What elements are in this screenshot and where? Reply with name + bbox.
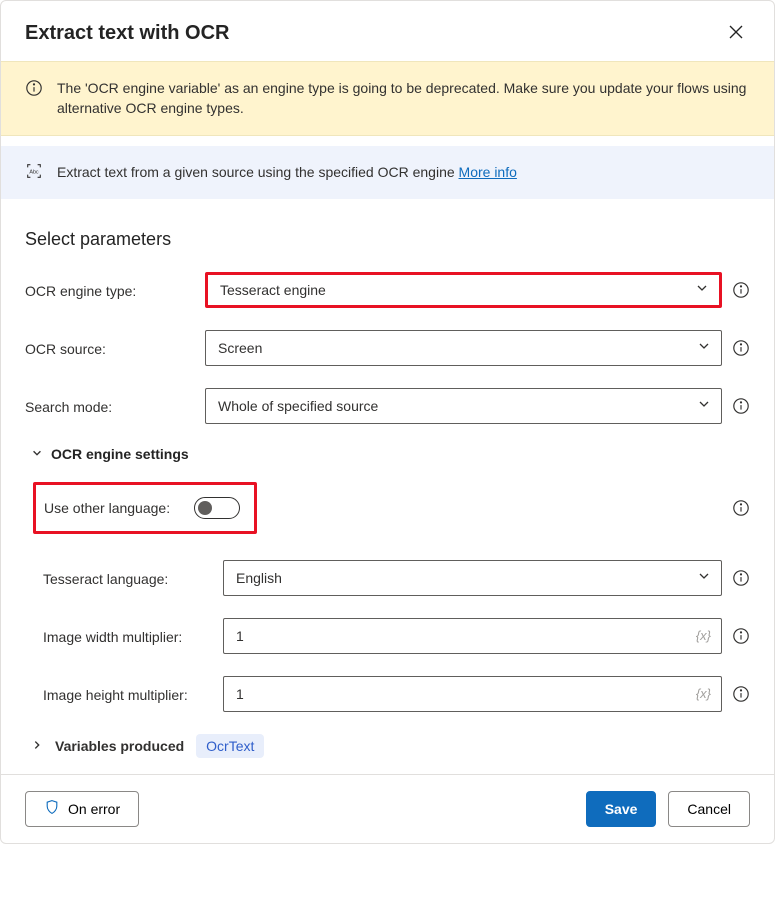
ocr-icon: Abc [25, 162, 43, 183]
cancel-button[interactable]: Cancel [668, 791, 750, 827]
description-text: Extract text from a given source using t… [57, 164, 517, 180]
label-tesseract-language: Tesseract language: [25, 569, 215, 587]
label-ocr-engine-type: OCR engine type: [25, 281, 197, 299]
label-ocr-source: OCR source: [25, 339, 197, 357]
label-width-multiplier: Image width multiplier: [25, 627, 215, 645]
description-banner: Abc Extract text from a given source usi… [1, 146, 774, 199]
section-heading: Select parameters [25, 229, 750, 250]
select-value: English [236, 570, 282, 586]
row-ocr-source: OCR source: Screen [25, 330, 750, 366]
input-value: 1 [236, 686, 244, 702]
row-height-multiplier: Image height multiplier: 1 {x} [25, 676, 750, 712]
select-ocr-source[interactable]: Screen [205, 330, 722, 366]
use-other-language-highlight: Use other language: [33, 482, 257, 534]
dialog-body: Select parameters OCR engine type: Tesse… [1, 199, 774, 774]
variable-token-icon[interactable]: {x} [696, 628, 711, 643]
info-icon[interactable] [732, 397, 750, 415]
dialog-title: Extract text with OCR [25, 22, 229, 45]
select-value: Whole of specified source [218, 398, 378, 414]
on-error-button[interactable]: On error [25, 791, 139, 827]
description-text-content: Extract text from a given source using t… [57, 164, 455, 180]
select-ocr-engine-type[interactable]: Tesseract engine [205, 272, 722, 308]
dialog-footer: On error Save Cancel [1, 774, 774, 843]
warning-text: The 'OCR engine variable' as an engine t… [57, 78, 750, 119]
svg-text:Abc: Abc [29, 169, 39, 175]
chevron-down-icon [695, 281, 709, 298]
row-search-mode: Search mode: Whole of specified source [25, 388, 750, 424]
chevron-down-icon [697, 397, 711, 414]
cancel-label: Cancel [687, 801, 731, 817]
select-tesseract-language[interactable]: English [223, 560, 722, 596]
variables-produced-label: Variables produced [55, 738, 184, 754]
close-icon [728, 24, 744, 43]
select-search-mode[interactable]: Whole of specified source [205, 388, 722, 424]
info-icon[interactable] [732, 627, 750, 645]
engine-settings-label: OCR engine settings [51, 446, 189, 462]
variables-produced-row[interactable]: Variables produced OcrText [31, 734, 750, 758]
toggle-use-other-language[interactable] [194, 497, 240, 519]
label-height-multiplier: Image height multiplier: [25, 685, 215, 703]
dialog-header: Extract text with OCR [1, 1, 774, 61]
info-icon[interactable] [732, 499, 750, 517]
info-icon[interactable] [732, 685, 750, 703]
row-tesseract-language: Tesseract language: English [25, 560, 750, 596]
label-search-mode: Search mode: [25, 397, 197, 415]
toggle-knob [198, 501, 212, 515]
chevron-down-icon [697, 569, 711, 586]
ocr-engine-settings-header[interactable]: OCR engine settings [31, 446, 750, 462]
select-value: Tesseract engine [220, 282, 326, 298]
dialog-extract-text-ocr: Extract text with OCR The 'OCR engine va… [0, 0, 775, 844]
info-icon[interactable] [732, 339, 750, 357]
shield-icon [44, 799, 60, 818]
save-button[interactable]: Save [586, 791, 657, 827]
row-ocr-engine-type: OCR engine type: Tesseract engine [25, 272, 750, 308]
input-width-multiplier[interactable]: 1 {x} [223, 618, 722, 654]
close-button[interactable] [722, 19, 750, 47]
label-use-other-language: Use other language: [44, 500, 170, 516]
deprecation-warning-banner: The 'OCR engine variable' as an engine t… [1, 61, 774, 136]
select-value: Screen [218, 340, 262, 356]
chevron-down-icon [697, 339, 711, 356]
info-icon[interactable] [732, 281, 750, 299]
row-width-multiplier: Image width multiplier: 1 {x} [25, 618, 750, 654]
variable-token-icon[interactable]: {x} [696, 686, 711, 701]
chevron-down-icon [31, 446, 43, 462]
input-height-multiplier[interactable]: 1 {x} [223, 676, 722, 712]
more-info-link[interactable]: More info [459, 164, 517, 180]
on-error-label: On error [68, 801, 120, 817]
info-icon[interactable] [732, 569, 750, 587]
input-value: 1 [236, 628, 244, 644]
variable-badge-ocrtext[interactable]: OcrText [196, 734, 264, 758]
chevron-right-icon [31, 738, 43, 754]
row-use-other-language: Use other language: [25, 482, 750, 534]
save-label: Save [605, 801, 638, 817]
info-icon [25, 79, 43, 100]
